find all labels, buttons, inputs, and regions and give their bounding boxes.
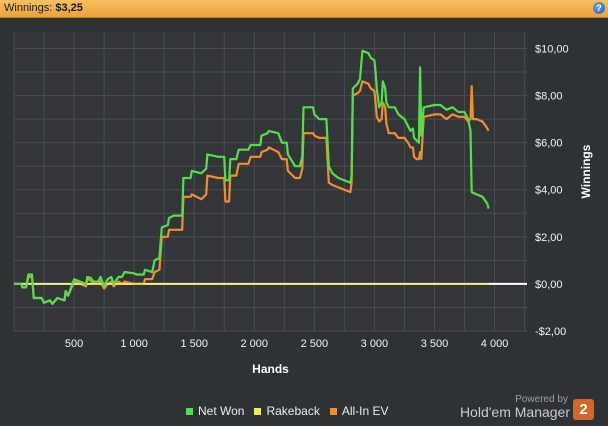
y-tick-label: $8,00 xyxy=(535,91,563,103)
legend-item: Rakeback xyxy=(254,404,320,418)
y-tick-label: $2,00 xyxy=(535,232,563,244)
brand-name: Hold'em Manager xyxy=(459,404,570,420)
title-bar: Winnings: $3,25 ? xyxy=(0,0,608,18)
x-tick-label: 2 000 xyxy=(241,338,269,350)
brand-2-icon: 2 xyxy=(573,399,594,420)
legend-label: Rakeback xyxy=(266,404,320,418)
plot-area xyxy=(14,32,527,331)
chart-legend: Net Won Rakeback All-In EV xyxy=(186,404,399,418)
x-tick-label: 3 500 xyxy=(421,338,449,350)
winnings-label: Winnings: xyxy=(4,2,53,14)
help-icon[interactable]: ? xyxy=(593,2,605,14)
y-tick-label: $4,00 xyxy=(535,185,563,197)
legend-swatch xyxy=(254,408,262,416)
y-tick-label: $6,00 xyxy=(535,138,563,150)
legend-item: All-In EV xyxy=(329,404,389,418)
x-tick-label: 2 500 xyxy=(301,338,329,350)
y-tick-label: $10,00 xyxy=(535,43,569,55)
y-axis-title: Winnings xyxy=(579,144,593,198)
legend-item: Net Won xyxy=(186,404,244,418)
legend-swatch xyxy=(329,408,337,416)
x-tick-label: 3 000 xyxy=(361,338,389,350)
legend-swatch xyxy=(186,408,193,416)
winnings-summary: Winnings: $3,25 xyxy=(4,2,83,14)
y-tick-label: -$2,00 xyxy=(535,326,566,338)
winnings-chart: 500 1 000 1 500 2 000 2 500 3 000 3 500 4 000 -$… xyxy=(13,32,593,376)
x-axis-title: Hands xyxy=(252,362,289,376)
x-tick-label: 500 xyxy=(65,338,83,350)
legend-label: All-In EV xyxy=(341,404,389,418)
legend-label: Net Won xyxy=(198,404,245,418)
y-tick-label: $0,00 xyxy=(535,279,563,291)
winnings-value: $3,25 xyxy=(55,2,83,14)
x-tick-label: 4 000 xyxy=(481,338,509,350)
x-tick-label: 1 000 xyxy=(120,338,148,350)
x-tick-label: 1 500 xyxy=(180,338,208,350)
